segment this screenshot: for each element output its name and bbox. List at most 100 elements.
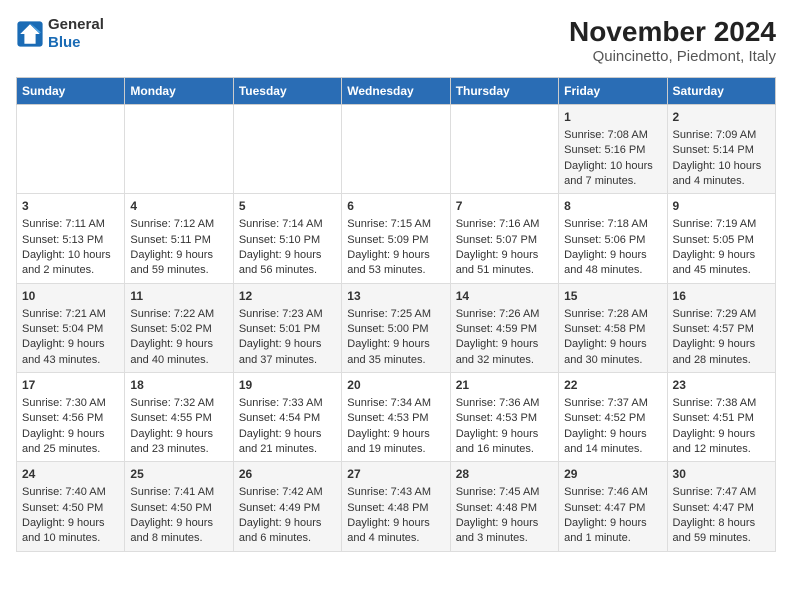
calendar-cell: 5Sunrise: 7:14 AMSunset: 5:10 PMDaylight… (233, 194, 341, 283)
day-info: Sunset: 4:56 PM (22, 411, 119, 426)
day-info: Sunset: 4:50 PM (22, 501, 119, 516)
day-info: Sunrise: 7:34 AM (347, 396, 444, 411)
day-number: 15 (564, 288, 661, 305)
day-info: Daylight: 9 hours and 53 minutes. (347, 248, 444, 279)
calendar-cell: 20Sunrise: 7:34 AMSunset: 4:53 PMDayligh… (342, 373, 450, 462)
calendar-week-3: 10Sunrise: 7:21 AMSunset: 5:04 PMDayligh… (17, 283, 776, 372)
calendar-cell: 2Sunrise: 7:09 AMSunset: 5:14 PMDaylight… (667, 105, 775, 194)
day-info: Daylight: 9 hours and 45 minutes. (673, 248, 770, 279)
day-number: 18 (130, 377, 227, 394)
calendar-cell (17, 105, 125, 194)
day-info: Daylight: 9 hours and 10 minutes. (22, 516, 119, 547)
day-info: Sunrise: 7:32 AM (130, 396, 227, 411)
day-info: Sunrise: 7:23 AM (239, 307, 336, 322)
column-header-friday: Friday (559, 78, 667, 105)
day-info: Daylight: 9 hours and 28 minutes. (673, 337, 770, 368)
calendar-week-1: 1 Sunrise: 7:08 AMSunset: 5:16 PM Daylight… (17, 105, 776, 194)
calendar-cell: 17Sunrise: 7:30 AMSunset: 4:56 PMDayligh… (17, 373, 125, 462)
day-number: 21 (456, 377, 553, 394)
column-header-monday: Monday (125, 78, 233, 105)
day-info: Daylight: 10 hours and 4 minutes. (673, 159, 770, 190)
calendar-week-4: 17Sunrise: 7:30 AMSunset: 4:56 PMDayligh… (17, 373, 776, 462)
day-info: Sunrise: 7:28 AM (564, 307, 661, 322)
day-info: Sunset: 5:16 PM (564, 143, 661, 158)
column-header-sunday: Sunday (17, 78, 125, 105)
day-info: Daylight: 9 hours and 48 minutes. (564, 248, 661, 279)
day-info: Daylight: 10 hours and 2 minutes. (22, 248, 119, 279)
day-info: Daylight: 9 hours and 32 minutes. (456, 337, 553, 368)
day-number: 27 (347, 466, 444, 483)
day-number: 11 (130, 288, 227, 305)
day-info: Sunset: 4:58 PM (564, 322, 661, 337)
day-info: Sunset: 4:48 PM (456, 501, 553, 516)
day-info: Sunrise: 7:09 AM (673, 128, 770, 143)
day-info: Sunset: 5:07 PM (456, 233, 553, 248)
day-info: Sunset: 4:51 PM (673, 411, 770, 426)
calendar-cell: 6 Sunrise: 7:15 AMSunset: 5:09 PMDaylight… (342, 194, 450, 283)
day-info: Sunrise: 7:40 AM (22, 485, 119, 500)
day-info: Sunset: 5:04 PM (22, 322, 119, 337)
day-info: Daylight: 9 hours and 19 minutes. (347, 427, 444, 458)
calendar-cell: 30Sunrise: 7:47 AMSunset: 4:47 PMDayligh… (667, 462, 775, 551)
day-number: 30 (673, 466, 770, 483)
day-info: Sunrise: 7:25 AM (347, 307, 444, 322)
calendar-cell: 19Sunrise: 7:33 AMSunset: 4:54 PMDayligh… (233, 373, 341, 462)
day-info: Sunrise: 7:43 AM (347, 485, 444, 500)
column-header-tuesday: Tuesday (233, 78, 341, 105)
calendar-cell (342, 105, 450, 194)
calendar-cell: 10Sunrise: 7:21 AMSunset: 5:04 PMDayligh… (17, 283, 125, 372)
day-info: Sunrise: 7:22 AM (130, 307, 227, 322)
calendar-week-2: 3Sunrise: 7:11 AMSunset: 5:13 PMDaylight… (17, 194, 776, 283)
day-info: Daylight: 9 hours and 59 minutes. (130, 248, 227, 279)
day-number: 29 (564, 466, 661, 483)
calendar-cell: 1Sunrise: 7:08 AMSunset: 5:16 PMDaylight… (559, 105, 667, 194)
day-info: Sunset: 5:09 PM (347, 233, 444, 248)
calendar-table: SundayMondayTuesdayWednesdayThursdayFrid… (16, 77, 776, 552)
day-number: 8 (564, 198, 661, 215)
day-info: Sunrise: 7:08 AM (564, 128, 661, 143)
calendar-cell: 29Sunrise: 7:46 AMSunset: 4:47 PMDayligh… (559, 462, 667, 551)
logo: General Blue (16, 16, 104, 52)
calendar-cell: 25Sunrise: 7:41 AMSunset: 4:50 PMDayligh… (125, 462, 233, 551)
header-row: SundayMondayTuesdayWednesdayThursdayFrid… (17, 78, 776, 105)
day-info: Sunrise: 7:14 AM (239, 217, 336, 232)
calendar-cell: 22Sunrise: 7:37 AMSunset: 4:52 PMDayligh… (559, 373, 667, 462)
calendar-cell: 18Sunrise: 7:32 AMSunset: 4:55 PMDayligh… (125, 373, 233, 462)
calendar-cell: 24Sunrise: 7:40 AMSunset: 4:50 PMDayligh… (17, 462, 125, 551)
day-info: Sunset: 4:54 PM (239, 411, 336, 426)
page-subtitle: Quincinetto, Piedmont, Italy (569, 48, 776, 65)
day-info: Daylight: 9 hours and 12 minutes. (673, 427, 770, 458)
calendar-cell: 4Sunrise: 7:12 AMSunset: 5:11 PMDaylight… (125, 194, 233, 283)
day-info: Sunrise: 7:18 AM (564, 217, 661, 232)
day-number: 14 (456, 288, 553, 305)
day-number: 5 (239, 198, 336, 215)
day-info: Sunset: 5:00 PM (347, 322, 444, 337)
day-number: 22 (564, 377, 661, 394)
day-number: 2 (673, 109, 770, 126)
day-number: 1 (564, 109, 661, 126)
day-number: 6 (347, 198, 444, 215)
day-info: Daylight: 9 hours and 3 minutes. (456, 516, 553, 547)
calendar-cell (450, 105, 558, 194)
day-info: Sunrise: 7:15 AM (347, 217, 444, 232)
day-info: Sunset: 4:55 PM (130, 411, 227, 426)
day-info: Sunset: 4:52 PM (564, 411, 661, 426)
calendar-header: SundayMondayTuesdayWednesdayThursdayFrid… (17, 78, 776, 105)
day-info: Sunrise: 7:45 AM (456, 485, 553, 500)
day-info: Daylight: 9 hours and 51 minutes. (456, 248, 553, 279)
day-info: Sunset: 5:01 PM (239, 322, 336, 337)
day-info: Sunset: 4:48 PM (347, 501, 444, 516)
calendar-cell: 15Sunrise: 7:28 AMSunset: 4:58 PMDayligh… (559, 283, 667, 372)
day-info: Sunrise: 7:46 AM (564, 485, 661, 500)
calendar-cell: 16Sunrise: 7:29 AMSunset: 4:57 PMDayligh… (667, 283, 775, 372)
day-info: Daylight: 9 hours and 6 minutes. (239, 516, 336, 547)
day-number: 26 (239, 466, 336, 483)
calendar-cell: 7Sunrise: 7:16 AMSunset: 5:07 PMDaylight… (450, 194, 558, 283)
calendar-cell: 28Sunrise: 7:45 AMSunset: 4:48 PMDayligh… (450, 462, 558, 551)
day-info: Daylight: 9 hours and 4 minutes. (347, 516, 444, 547)
day-info: Sunset: 4:57 PM (673, 322, 770, 337)
day-number: 19 (239, 377, 336, 394)
day-info: Sunrise: 7:42 AM (239, 485, 336, 500)
day-number: 10 (22, 288, 119, 305)
day-info: Sunset: 5:10 PM (239, 233, 336, 248)
